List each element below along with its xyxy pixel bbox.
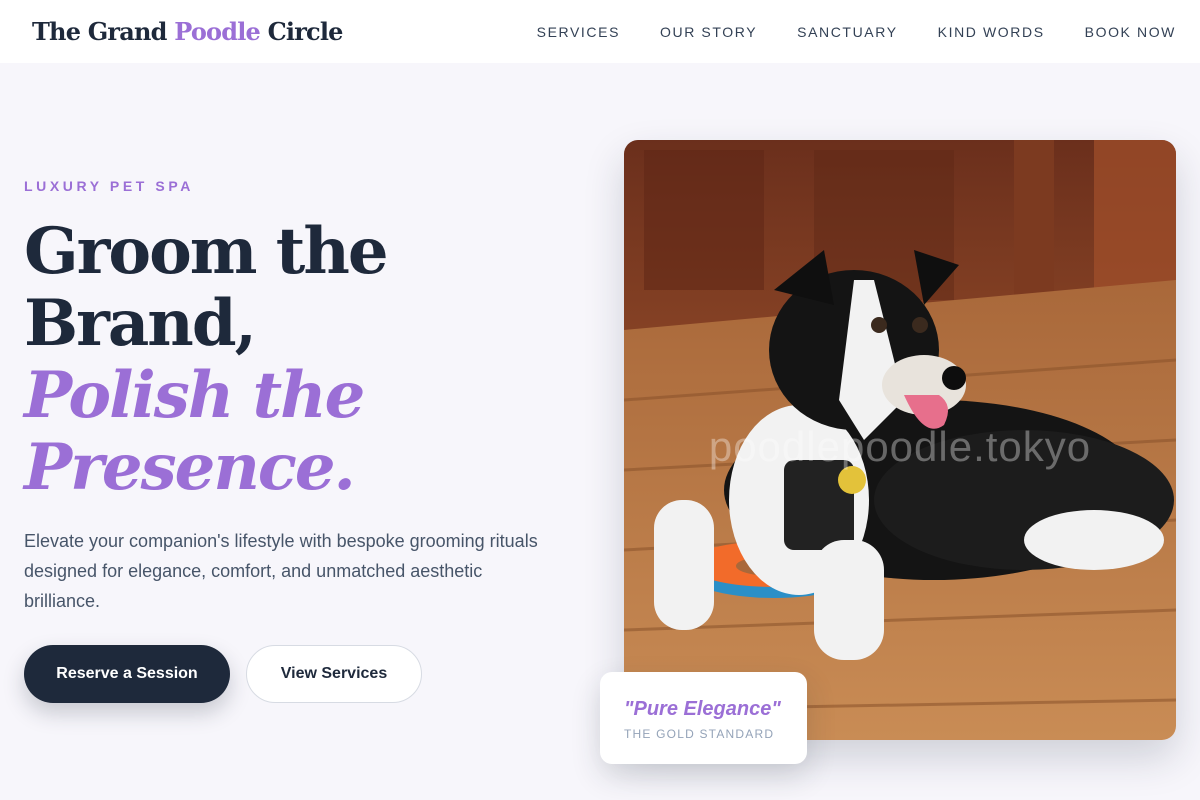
site-header: The Grand Poodle Circle SERVICES OUR STO… xyxy=(0,0,1200,63)
hero-headline: Groom the Brand, Polish the Presence. xyxy=(24,216,584,504)
nav-kind-words[interactable]: KIND WORDS xyxy=(938,24,1045,40)
main-nav: SERVICES OUR STORY SANCTUARY KIND WORDS … xyxy=(537,24,1176,40)
nav-sanctuary[interactable]: SANCTUARY xyxy=(797,24,898,40)
reserve-session-button[interactable]: Reserve a Session xyxy=(24,645,230,703)
brand-logo[interactable]: The Grand Poodle Circle xyxy=(32,17,343,46)
headline-accent-line-2: Presence. xyxy=(24,430,356,505)
hero-eyebrow: LUXURY PET SPA xyxy=(24,178,194,194)
photo-watermark: poodlepoodle.tokyo xyxy=(708,423,1092,470)
hero-dog-photo: poodlepoodle.tokyo xyxy=(624,140,1176,740)
elegance-badge: "Pure Elegance" THE GOLD STANDARD xyxy=(600,672,807,764)
brand-text-end: Circle xyxy=(260,17,344,46)
nav-our-story[interactable]: OUR STORY xyxy=(660,24,757,40)
brand-text-accent: Poodle xyxy=(174,17,261,46)
badge-quote: "Pure Elegance" xyxy=(624,698,781,720)
headline-line-2: Brand, xyxy=(24,286,257,361)
brand-text-start: The Grand xyxy=(32,17,175,46)
headline-line-1: Groom the xyxy=(24,214,389,289)
view-services-button[interactable]: View Services xyxy=(246,645,422,703)
nav-services[interactable]: SERVICES xyxy=(537,24,620,40)
nav-book-now[interactable]: BOOK NOW xyxy=(1085,24,1176,40)
badge-label: THE GOLD STANDARD xyxy=(624,727,775,741)
hero-subtext: Elevate your companion's lifestyle with … xyxy=(24,531,538,611)
headline-accent-line-1: Polish the xyxy=(24,358,365,433)
